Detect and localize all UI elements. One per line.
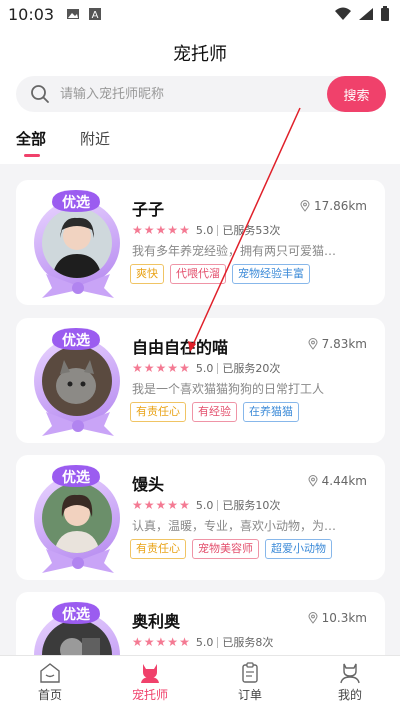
rating-row: ★ ★ ★ ★ ★ 5.0 已服务10次 <box>132 497 280 513</box>
status-time: 10:03 <box>8 4 55 24</box>
rating-score: 5.0 <box>195 498 214 512</box>
tag-list: 爽快 代喂代溜 宠物经验丰富 <box>130 264 310 284</box>
distance: 7.83km <box>308 337 367 351</box>
ribbon-bow-icon <box>42 274 114 298</box>
served-count: 已服务8次 <box>222 636 274 649</box>
rating-row: ★ ★ ★ ★ ★ 5.0 已服务20次 <box>132 360 280 376</box>
tag: 宠物美容师 <box>192 539 259 559</box>
location-pin-icon <box>308 338 318 350</box>
tag: 在养猫猫 <box>243 402 299 422</box>
tag: 有责任心 <box>130 402 186 422</box>
status-bar: 10:03 A <box>0 0 400 28</box>
location-pin-icon <box>308 612 318 624</box>
page-title: 宠托师 <box>173 44 227 65</box>
nav-home[interactable]: 首页 <box>0 656 100 711</box>
tag: 有责任心 <box>130 539 186 559</box>
nav-profile[interactable]: 我的 <box>300 656 400 711</box>
served-count: 已服务10次 <box>222 499 281 512</box>
star-rating-icons: ★ ★ ★ ★ ★ <box>132 223 190 237</box>
distance-value: 17.86km <box>314 199 367 213</box>
avatar: 优选 <box>22 322 134 440</box>
nav-sitter[interactable]: 宠托师 <box>100 656 200 711</box>
sitter-card[interactable]: 优选 馒头 4.44km ★ ★ ★ ★ ★ 5.0 已服务10次 认真，温暖，专业，喜… <box>16 455 385 580</box>
sitter-description: 我有多年养宠经验，拥有两只可爱猫… <box>132 244 337 258</box>
nav-label: 首页 <box>37 688 62 702</box>
tab-nearby[interactable]: 附近 <box>80 128 110 149</box>
nav-label: 我的 <box>337 688 362 702</box>
sitter-name: 子子 <box>132 200 165 219</box>
sitter-card[interactable]: 优选 子子 17.86km ★ ★ ★ ★ ★ 5.0 已服务53次 我有多年养宠经验，… <box>16 180 385 305</box>
avatar: 优选 <box>22 184 134 302</box>
rating-row: ★ ★ ★ ★ ★ 5.0 已服务53次 <box>132 222 280 238</box>
home-icon <box>40 663 60 683</box>
avatar-photo <box>42 483 112 553</box>
served-count: 已服务20次 <box>222 362 281 375</box>
avatar: 优选 <box>22 459 134 577</box>
ribbon-bow-icon <box>42 549 114 573</box>
star-rating-icons: ★ ★ ★ ★ ★ <box>132 361 190 375</box>
distance-value: 10.3km <box>321 611 367 625</box>
distance: 17.86km <box>300 199 367 213</box>
gallery-icon <box>67 9 80 19</box>
served-count: 已服务53次 <box>222 224 281 237</box>
sitter-card[interactable]: 优选 自由自在的喵 7.83km ★ ★ ★ ★ ★ 5.0 已服务20次 我是一个喜欢… <box>16 318 385 443</box>
rating-row: ★ ★ ★ ★ ★ 5.0 已服务8次 <box>132 634 273 650</box>
text-app-icon: A <box>89 8 102 21</box>
tag: 超爱小动物 <box>265 539 332 559</box>
tag: 有经验 <box>192 402 237 422</box>
ribbon-bow-icon <box>42 412 114 436</box>
rating-score: 5.0 <box>195 361 214 375</box>
sitter-description: 认真，温暖，专业，喜欢小动物，为… <box>132 519 337 533</box>
sitter-description: 我是一个喜欢猫猫狗狗的日常打工人 <box>132 382 325 396</box>
svg-text:A: A <box>92 10 99 21</box>
avatar-photo <box>42 208 112 278</box>
bottom-nav: 首页 宠托师 订单 我的 <box>0 655 400 711</box>
order-icon <box>242 662 258 683</box>
location-pin-icon <box>300 200 310 212</box>
profile-icon <box>340 663 360 684</box>
tag-list: 有责任心 有经验 在养猫猫 <box>130 402 299 422</box>
tag-list: 有责任心 宠物美容师 超爱小动物 <box>130 539 332 559</box>
page-header: 宠托师 搜索 全部 附近 <box>0 28 400 164</box>
search-input[interactable] <box>60 84 280 104</box>
star-rating-icons: ★ ★ ★ ★ ★ <box>132 498 190 512</box>
sitter-name: 自由自在的喵 <box>132 338 229 357</box>
location-pin-icon <box>308 475 318 487</box>
featured-badge-label: 优选 <box>62 607 90 623</box>
search-button[interactable]: 搜索 <box>327 76 386 112</box>
star-rating-icons: ★ ★ ★ ★ ★ <box>132 635 190 649</box>
nav-label: 订单 <box>237 688 262 702</box>
rating-score: 5.0 <box>195 223 214 237</box>
featured-badge-label: 优选 <box>62 195 90 211</box>
distance-value: 4.44km <box>321 474 367 488</box>
tab-all[interactable]: 全部 <box>16 128 46 149</box>
distance: 10.3km <box>308 611 367 625</box>
sitter-name: 馒头 <box>132 475 165 494</box>
tag: 爽快 <box>130 264 164 284</box>
sitter-icon <box>141 664 159 683</box>
distance: 4.44km <box>308 474 367 488</box>
featured-badge-label: 优选 <box>62 333 90 349</box>
wifi-icon <box>335 7 351 20</box>
sitter-name: 奥利奥 <box>132 612 181 631</box>
active-tab-indicator <box>24 154 40 157</box>
search-icon <box>31 85 49 103</box>
nav-label: 宠托师 <box>131 688 168 702</box>
signal-icon <box>359 8 373 20</box>
rating-score: 5.0 <box>195 635 214 649</box>
battery-icon <box>381 6 389 21</box>
featured-badge-label: 优选 <box>62 470 90 486</box>
nav-orders[interactable]: 订单 <box>200 656 300 711</box>
distance-value: 7.83km <box>321 337 367 351</box>
tag: 宠物经验丰富 <box>232 264 310 284</box>
tag: 代喂代溜 <box>170 264 226 284</box>
avatar-photo <box>42 346 112 416</box>
